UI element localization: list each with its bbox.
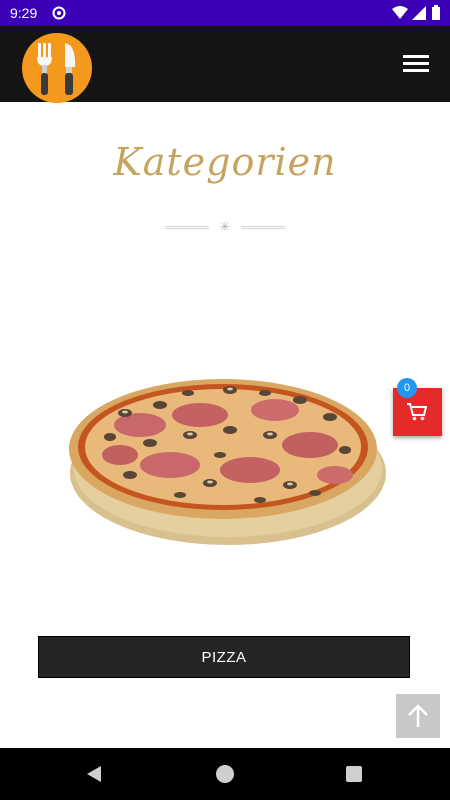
menu-bar [403, 55, 429, 58]
menu-bar [403, 69, 429, 72]
divider-line [165, 226, 209, 229]
back-icon[interactable] [84, 764, 104, 784]
cell-signal-icon [412, 6, 426, 20]
category-pizza-button[interactable]: PIZZA [38, 636, 410, 678]
page-title: Kategorien [113, 140, 337, 184]
divider-line [241, 226, 285, 229]
app-header [0, 26, 450, 103]
recents-icon[interactable] [346, 766, 362, 782]
arrow-up-icon [408, 704, 428, 727]
status-time: 9:29 [10, 5, 38, 21]
pizza-image[interactable] [60, 355, 390, 555]
cart-count-badge: 0 [397, 378, 417, 398]
hamburger-menu-icon[interactable] [398, 52, 434, 78]
asterisk-icon: ✳ [219, 219, 231, 234]
wifi-icon [392, 6, 408, 19]
sync-icon [52, 6, 66, 20]
title-divider: ✳ [163, 219, 287, 239]
fork-knife-logo[interactable] [22, 33, 92, 103]
menu-bar [403, 62, 429, 65]
status-bar: 9:29 [0, 0, 450, 26]
battery-icon [432, 5, 440, 20]
scroll-to-top-button[interactable] [396, 694, 440, 738]
shopping-cart-icon [407, 403, 427, 421]
home-icon[interactable] [216, 765, 234, 783]
